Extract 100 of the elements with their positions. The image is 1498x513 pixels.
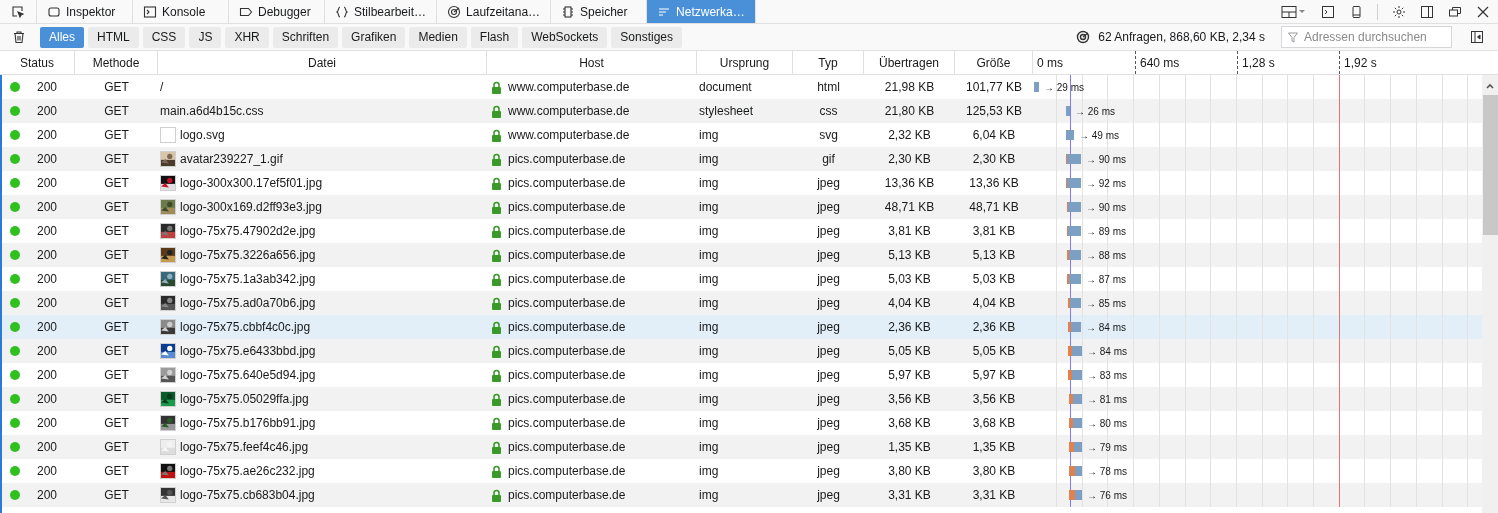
close-icon[interactable] bbox=[1476, 4, 1490, 19]
settings-icon[interactable] bbox=[1392, 4, 1406, 19]
filter-button[interactable]: Flash bbox=[470, 26, 519, 48]
origin-cell: img bbox=[699, 128, 719, 142]
lock-icon bbox=[491, 248, 502, 262]
request-row[interactable]: 200 GET logo-75x75.3226a656.jpg pics.computerbase.de img jpeg 5,13 KB 5,13 KB → 88 ms bbox=[2, 243, 1482, 267]
type-cell-text: jpeg bbox=[817, 175, 840, 192]
type-cell-text: jpeg bbox=[817, 367, 840, 384]
timing-label: → 80 ms bbox=[1087, 416, 1127, 431]
host-name: pics.computerbase.de bbox=[508, 391, 626, 408]
host-name: pics.computerbase.de bbox=[508, 223, 626, 240]
layout-dropdown-icon[interactable] bbox=[1281, 4, 1307, 19]
request-row[interactable]: 200 GET avatar239227_1.gif pics.computerbase.de img gif 2,30 KB 2,30 KB → 90 ms bbox=[2, 147, 1482, 171]
filter-button[interactable]: CSS bbox=[142, 26, 186, 48]
request-row[interactable]: 200 GET logo-75x75.cb683b04.jpg pics.computerbase.de img jpeg 3,31 KB 3,31 KB → 76 ms bbox=[2, 483, 1482, 507]
column-header[interactable]: Datei bbox=[158, 51, 487, 74]
filter-button[interactable]: JS bbox=[189, 26, 222, 48]
transferred-cell-text: 3,56 KB bbox=[888, 391, 931, 408]
host-name: pics.computerbase.de bbox=[508, 415, 626, 432]
timing-label: → 89 ms bbox=[1086, 224, 1126, 239]
filter-button[interactable]: Schriften bbox=[272, 26, 339, 48]
timing-bar bbox=[1067, 226, 1081, 236]
status-code: 200 bbox=[37, 127, 58, 144]
column-header[interactable]: Methode bbox=[75, 51, 158, 74]
type-cell-text: svg bbox=[819, 127, 838, 144]
transferred-cell-text: 1,35 KB bbox=[888, 439, 931, 456]
column-header[interactable]: Status bbox=[0, 51, 75, 74]
method-cell-text: GET bbox=[104, 247, 129, 264]
host-name: www.computerbase.de bbox=[508, 103, 630, 120]
chip-icon bbox=[561, 4, 576, 19]
method-cell-text: GET bbox=[104, 175, 129, 192]
lock-icon bbox=[491, 272, 502, 286]
filter-button[interactable]: Medien bbox=[409, 26, 467, 48]
status-code: 200 bbox=[37, 463, 58, 480]
status-code: 200 bbox=[37, 319, 58, 336]
column-header[interactable]: Ursprung bbox=[697, 51, 793, 74]
column-header[interactable]: Übertragen bbox=[864, 51, 955, 74]
host-name: www.computerbase.de bbox=[508, 79, 630, 96]
timing-label: → 76 ms bbox=[1087, 488, 1127, 503]
status-code: 200 bbox=[37, 391, 58, 408]
status-code: 200 bbox=[37, 295, 58, 312]
file-name: avatar239227_1.gif bbox=[180, 151, 283, 168]
lock-icon bbox=[491, 296, 502, 310]
scroll-up-icon[interactable] bbox=[1485, 81, 1495, 91]
timing-label: → 26 ms bbox=[1075, 104, 1115, 119]
filter-button[interactable]: XHR bbox=[225, 26, 269, 48]
lock-icon bbox=[491, 152, 502, 166]
console-icon[interactable] bbox=[1321, 4, 1335, 19]
origin-cell: img bbox=[699, 152, 719, 166]
file-name: main.a6d4b15c.css bbox=[160, 103, 264, 120]
windows-icon[interactable] bbox=[1448, 4, 1462, 19]
search-field[interactable]: Adressen durchsuchen bbox=[1281, 26, 1452, 48]
filter-button[interactable]: WebSockets bbox=[522, 26, 608, 48]
trash-icon[interactable] bbox=[12, 30, 26, 44]
request-row[interactable]: 200 GET logo-75x75.ad0a70b6.jpg pics.computerbase.de img jpeg 4,04 KB 4,04 KB → 85 ms bbox=[2, 291, 1482, 315]
filter-button[interactable]: Sonstiges bbox=[611, 26, 682, 48]
request-row[interactable]: 200 GET logo-75x75.05029ffa.jpg pics.computerbase.de img jpeg 3,56 KB 3,56 KB → 81 ms bbox=[2, 387, 1482, 411]
request-row[interactable]: 200 GET logo-75x75.feef4c46.jpg pics.computerbase.de img jpeg 1,35 KB 1,35 KB → 79 ms bbox=[2, 435, 1482, 459]
file-name: logo-75x75.ad0a70b6.jpg bbox=[180, 295, 316, 312]
scrollbar[interactable] bbox=[1482, 75, 1498, 513]
filter-button[interactable]: HTML bbox=[88, 26, 139, 48]
file-name: logo-75x75.47902d2e.jpg bbox=[180, 223, 316, 240]
sidebar-icon[interactable] bbox=[1420, 4, 1434, 19]
gauge-icon[interactable] bbox=[1076, 30, 1091, 44]
timing-bar bbox=[1067, 274, 1081, 284]
console-icon bbox=[143, 4, 157, 19]
file-name: logo-75x75.cbbf4c0c.jpg bbox=[180, 319, 311, 336]
devtools-tab[interactable]: Laufzeitana… bbox=[437, 0, 552, 23]
timing-label: → 49 ms bbox=[1079, 128, 1119, 143]
sidebar-toggle-icon[interactable] bbox=[1470, 30, 1484, 44]
request-row[interactable]: 200 GET logo-300x169.d2ff93e3.jpg pics.computerbase.de img jpeg 48,71 KB 48,71 KB → 90 ms bbox=[2, 195, 1482, 219]
type-cell-text: html bbox=[817, 79, 840, 96]
file-name: logo-75x75.1a3ab342.jpg bbox=[180, 271, 316, 288]
transferred-cell-text: 21,80 KB bbox=[884, 103, 935, 120]
file-name: logo-300x169.d2ff93e3.jpg bbox=[180, 199, 322, 216]
column-header[interactable]: Host bbox=[487, 51, 697, 74]
timing-label: → 78 ms bbox=[1087, 464, 1127, 479]
lock-icon bbox=[491, 200, 502, 214]
devtools-tab[interactable]: Inspektor bbox=[37, 0, 133, 23]
devtools-tab[interactable]: Stilbearbeit… bbox=[325, 0, 438, 23]
phone-icon[interactable] bbox=[1349, 4, 1363, 19]
transferred-cell-text: 5,13 KB bbox=[888, 247, 931, 264]
origin-cell: img bbox=[699, 248, 719, 262]
host-name: pics.computerbase.de bbox=[508, 175, 626, 192]
method-cell-text: GET bbox=[104, 319, 129, 336]
transferred-cell-text: 5,05 KB bbox=[888, 343, 931, 360]
method-cell-text: GET bbox=[104, 463, 129, 480]
origin-cell: stylesheet bbox=[699, 104, 754, 118]
column-header[interactable]: Größe bbox=[955, 51, 1033, 74]
devtools-tab[interactable]: Konsole bbox=[133, 0, 229, 23]
devtools-tab[interactable]: Debugger bbox=[229, 0, 325, 23]
lock-icon bbox=[491, 464, 502, 478]
column-header[interactable]: Typ bbox=[793, 51, 864, 74]
request-row[interactable]: 200 GET logo-75x75.cbbf4c0c.jpg pics.computerbase.de img jpeg 2,36 KB 2,36 KB → 84 ms bbox=[2, 315, 1482, 339]
transferred-cell-text: 21,98 KB bbox=[884, 79, 935, 96]
method-cell-text: GET bbox=[104, 79, 129, 96]
request-row[interactable]: 200 GET logo-75x75.e6433bbd.jpg pics.computerbase.de img jpeg 5,05 KB 5,05 KB → 84 ms bbox=[2, 339, 1482, 363]
timing-label: → 83 ms bbox=[1087, 368, 1127, 383]
filter-button[interactable]: Grafiken bbox=[342, 26, 406, 48]
request-row[interactable]: 200 GET main.a6d4b15c.css www.computerbase.de stylesheet css 21,80 KB 125,53 KB → 26 ms bbox=[2, 99, 1482, 123]
